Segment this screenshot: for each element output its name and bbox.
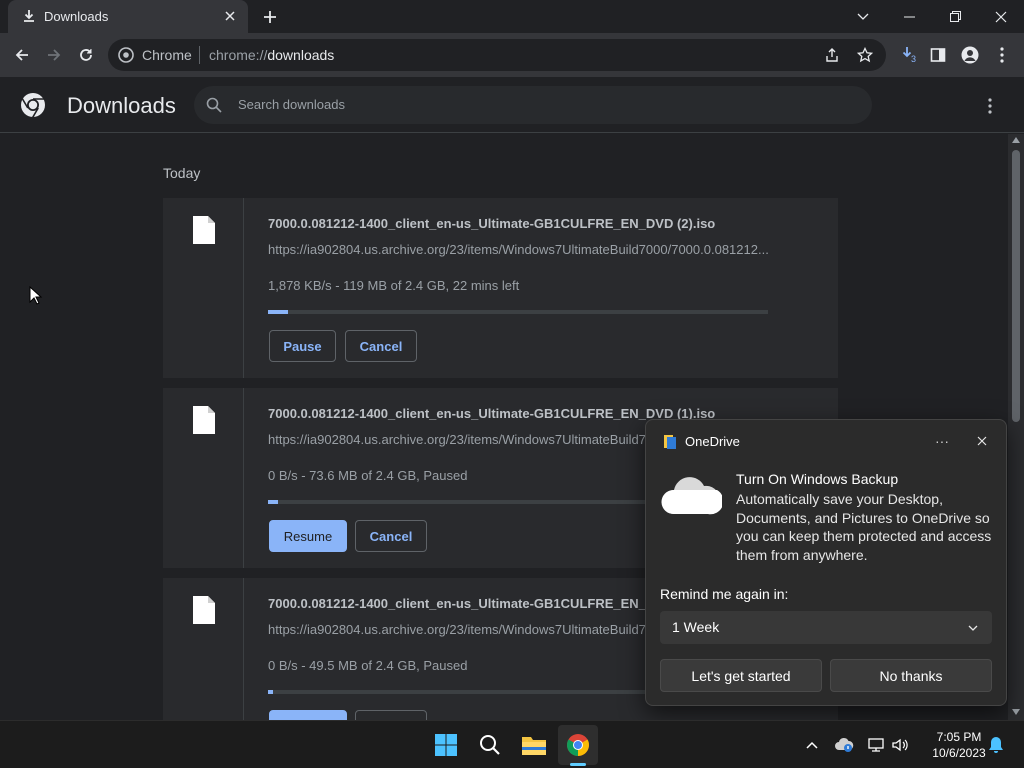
chevron-down-icon: [966, 621, 980, 635]
downloads-badge: 3: [911, 54, 917, 64]
remind-label: Remind me again in:: [660, 586, 789, 602]
scrollbar-thumb[interactable]: [1012, 150, 1020, 422]
url-path: downloads: [267, 47, 335, 63]
file-explorer-icon[interactable]: [514, 725, 554, 765]
search-icon: [206, 97, 222, 113]
onedrive-notification: OneDrive ··· Turn On Windows Backup Auto…: [645, 419, 1007, 706]
file-url[interactable]: https://ia902804.us.archive.org/23/items…: [268, 622, 646, 637]
file-icon: [193, 406, 215, 434]
file-name[interactable]: 7000.0.081212-1400_client_en-us_Ultimate…: [268, 216, 715, 231]
url-text: chrome://downloads: [209, 47, 334, 63]
file-icon-column: [163, 198, 244, 378]
address-bar[interactable]: Chrome chrome://downloads: [108, 39, 886, 71]
active-app-indicator: [570, 763, 586, 766]
close-window-icon[interactable]: [978, 0, 1024, 33]
omnibox-divider: [199, 46, 200, 64]
scroll-up-icon[interactable]: [1012, 137, 1020, 143]
search-placeholder: Search downloads: [238, 97, 345, 112]
chrome-taskbar-icon[interactable]: [558, 725, 598, 766]
file-icon-column: [163, 578, 244, 720]
site-label: Chrome: [142, 47, 192, 63]
chrome-logo-icon: [20, 92, 46, 118]
url-prefix: chrome://: [209, 47, 268, 63]
volume-icon[interactable]: [890, 735, 910, 755]
download-status: 0 B/s - 49.5 MB of 2.4 GB, Paused: [268, 658, 468, 673]
page-title: Downloads: [67, 93, 176, 118]
cancel-button[interactable]: Cancel: [355, 520, 427, 552]
resume-button[interactable]: Resume: [269, 520, 347, 552]
close-icon[interactable]: [970, 430, 994, 452]
profile-icon[interactable]: [956, 41, 984, 69]
downloads-header: Downloads Search downloads: [0, 77, 1024, 133]
back-button[interactable]: [8, 41, 36, 69]
remind-interval-value: 1 Week: [672, 619, 720, 635]
page-scrollbar[interactable]: [1008, 134, 1024, 720]
tab-downloads[interactable]: Downloads: [8, 0, 248, 33]
taskbar: 7:05 PM 10/6/2023: [0, 720, 1024, 768]
download-icon: [22, 9, 36, 23]
chrome-menu-icon[interactable]: [988, 41, 1016, 69]
search-taskbar-icon[interactable]: [470, 725, 510, 765]
notification-app-name: OneDrive: [685, 434, 740, 449]
download-item: 7000.0.081212-1400_client_en-us_Ultimate…: [163, 198, 838, 378]
file-icon: [193, 596, 215, 624]
download-status: 1,878 KB/s - 119 MB of 2.4 GB, 22 mins l…: [268, 278, 520, 293]
search-downloads-field[interactable]: Search downloads: [194, 86, 872, 124]
share-icon[interactable]: [824, 47, 840, 68]
resume-button[interactable]: [269, 710, 347, 720]
toolbar: Chrome chrome://downloads 3: [0, 33, 1024, 77]
minimize-icon[interactable]: [886, 0, 932, 33]
reload-button[interactable]: [72, 41, 100, 69]
network-icon[interactable]: [866, 735, 886, 755]
pause-button[interactable]: Pause: [269, 330, 336, 362]
progress-fill: [268, 310, 288, 314]
cancel-button[interactable]: [355, 710, 427, 720]
file-name[interactable]: 7000.0.081212-1400_client_en-us_Ultimate…: [268, 406, 715, 421]
file-url[interactable]: https://ia902804.us.archive.org/23/items…: [268, 432, 646, 447]
onedrive-app-icon: [662, 434, 678, 450]
tab-search-icon[interactable]: [840, 0, 886, 33]
file-icon: [193, 216, 215, 244]
notification-headline: Turn On Windows Backup: [736, 471, 899, 487]
restore-icon[interactable]: [932, 0, 978, 33]
cloud-icon: [660, 474, 724, 518]
progress-fill: [268, 500, 278, 504]
tab-title: Downloads: [44, 9, 109, 24]
file-name[interactable]: 7000.0.081212-1400_client_en-us_Ultimate…: [268, 596, 677, 611]
progress-fill: [268, 690, 273, 694]
onedrive-tray-icon[interactable]: [834, 735, 854, 755]
scroll-down-icon[interactable]: [1012, 709, 1020, 715]
tab-strip: Downloads: [0, 0, 1024, 33]
new-tab-button[interactable]: [258, 5, 282, 29]
chrome-icon: [118, 47, 134, 63]
close-tab-icon[interactable]: [220, 6, 240, 26]
bookmark-star-icon[interactable]: [856, 46, 874, 68]
date-section-label: Today: [163, 165, 201, 181]
side-panel-icon[interactable]: [924, 41, 952, 69]
downloads-toolbar-button[interactable]: 3: [894, 41, 922, 69]
cancel-button[interactable]: Cancel: [345, 330, 417, 362]
remind-interval-select[interactable]: 1 Week: [660, 611, 992, 644]
chevron-up-icon[interactable]: [802, 735, 822, 755]
notification-body: Automatically save your Desktop, Documen…: [736, 491, 992, 563]
downloads-more-menu-icon[interactable]: [976, 94, 1004, 118]
lets-get-started-button[interactable]: Let's get started: [660, 659, 822, 692]
more-options-icon[interactable]: ···: [930, 430, 954, 452]
progress-bar: [268, 310, 768, 314]
forward-button[interactable]: [40, 41, 68, 69]
start-button[interactable]: [426, 725, 466, 765]
download-status: 0 B/s - 73.6 MB of 2.4 GB, Paused: [268, 468, 468, 483]
notification-bell-icon[interactable]: [986, 735, 1006, 755]
mouse-cursor-icon: [29, 285, 43, 306]
no-thanks-button[interactable]: No thanks: [830, 659, 992, 692]
file-url[interactable]: https://ia902804.us.archive.org/23/items…: [268, 242, 769, 257]
file-icon-column: [163, 388, 244, 568]
